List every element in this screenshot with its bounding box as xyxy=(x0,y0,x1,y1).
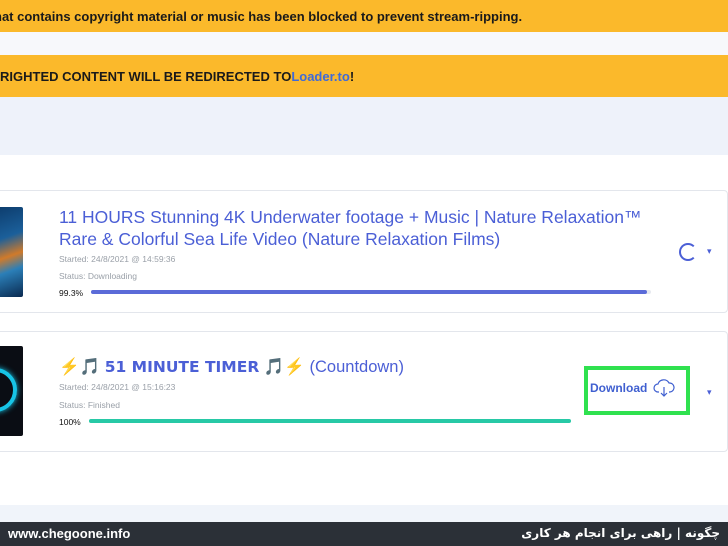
redirect-text: RIGHTED CONTENT WILL BE REDIRECTED TO xyxy=(0,68,292,84)
chevron-down-icon[interactable]: ▾ xyxy=(707,387,712,398)
footer-site: www.chegoone.info xyxy=(8,526,131,541)
download-label: Download xyxy=(590,381,648,395)
video-title[interactable]: ⚡🎵 51 MINUTE TIMER 🎵⚡ (Countdown) xyxy=(59,356,404,378)
spacer xyxy=(0,97,728,155)
title-suffix: 🎵⚡ (Countdown) xyxy=(259,358,404,376)
download-item-2: ⚡🎵 51 MINUTE TIMER 🎵⚡ (Countdown) Starte… xyxy=(0,331,728,452)
cloud-download-icon xyxy=(653,379,675,397)
progress-fill xyxy=(91,290,648,294)
progress-percent: 100% xyxy=(59,417,81,427)
progress-bar xyxy=(89,419,571,423)
loader-link[interactable]: Loader.to xyxy=(291,69,350,84)
footer-bar: www.chegoone.info چگونه | راهی برای انجا… xyxy=(0,522,728,546)
redirect-suffix: ! xyxy=(349,68,355,84)
status-text: Status: Downloading xyxy=(59,271,137,281)
video-title[interactable]: 11 HOURS Stunning 4K Underwater footage … xyxy=(59,206,659,250)
started-time: Started: 24/8/2021 @ 14:59:36 xyxy=(59,254,176,264)
progress-fill xyxy=(89,419,571,423)
status-text: Status: Finished xyxy=(59,400,120,410)
title-bold: 51 MINUTE TIMER xyxy=(104,358,260,376)
redirect-banner: RIGHTED CONTENT WILL BE REDIRECTED TO Lo… xyxy=(0,55,728,97)
chevron-down-icon[interactable]: ▾ xyxy=(707,246,712,257)
copyright-warning-banner: hat contains copyright material or music… xyxy=(0,0,728,32)
footer-tagline: چگونه | راهی برای انجام هر کاری xyxy=(521,526,720,540)
banner-gap xyxy=(0,32,728,55)
video-thumbnail xyxy=(0,207,23,297)
progress-percent: 99.3% xyxy=(59,288,84,298)
loading-spinner-icon xyxy=(679,243,697,261)
video-thumbnail xyxy=(0,346,23,436)
started-time: Started: 24/8/2021 @ 15:16:23 xyxy=(59,382,176,392)
progress-bar xyxy=(91,290,651,294)
copyright-warning-text: hat contains copyright material or music… xyxy=(0,8,523,24)
download-highlight: Download xyxy=(584,366,690,415)
download-button[interactable]: Download xyxy=(590,378,675,398)
download-item-1: 11 HOURS Stunning 4K Underwater footage … xyxy=(0,190,728,313)
title-emoji-prefix: ⚡🎵 xyxy=(59,358,105,376)
